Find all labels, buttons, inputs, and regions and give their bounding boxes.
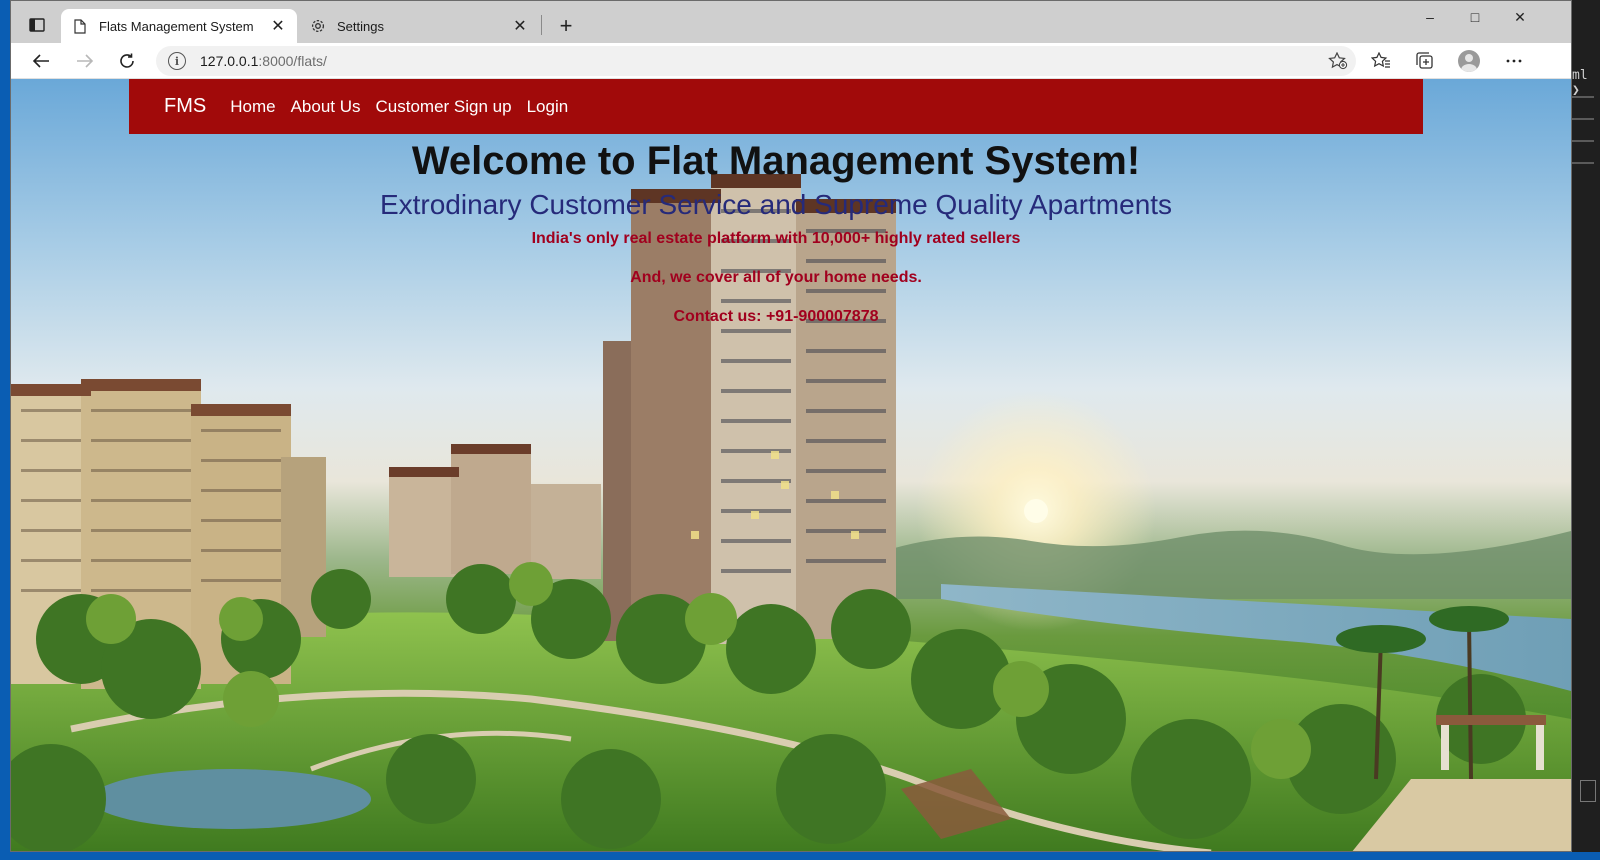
editor-line: [1572, 162, 1594, 164]
more-menu-icon[interactable]: [1498, 46, 1530, 76]
forward-button[interactable]: [69, 46, 101, 76]
editor-line: [1572, 140, 1594, 142]
address-bar[interactable]: i 127.0.0.1:8000/flats/: [156, 46, 1356, 76]
browser-window: Flats Management System ✕ Settings ✕ + –…: [10, 0, 1572, 852]
address-host: 127.0.0.1: [200, 53, 259, 69]
nav-link-about-us[interactable]: About Us: [291, 97, 361, 117]
close-tab-icon[interactable]: ✕: [511, 17, 529, 35]
hero-subtitle: Extrodinary Customer Service and Supreme…: [379, 189, 1173, 220]
page-viewport: FMS Home About Us Customer Sign up Login…: [11, 79, 1571, 851]
refresh-button[interactable]: [111, 46, 143, 76]
tab-strip: Flats Management System ✕ Settings ✕ + –…: [11, 1, 1571, 43]
hero-section: Welcome to Flat Management System! Extro…: [11, 137, 1541, 327]
site-navbar: FMS Home About Us Customer Sign up Login: [129, 79, 1423, 134]
hero-tagline: India's only real estate platform with 1…: [531, 230, 1021, 247]
gear-icon: [309, 17, 327, 35]
forward-arrow-icon: [77, 54, 94, 68]
avatar: [1458, 50, 1480, 72]
nav-link-customer-sign-up[interactable]: Customer Sign up: [376, 97, 512, 117]
nav-link-home[interactable]: Home: [230, 97, 275, 117]
tab-separator: [541, 15, 542, 35]
editor-scroll-box: [1580, 780, 1596, 802]
minimize-button[interactable]: –: [1407, 1, 1453, 33]
tab-title: Flats Management System: [99, 18, 254, 34]
tab-title: Settings: [337, 18, 384, 34]
browser-toolbar: i 127.0.0.1:8000/flats/: [11, 43, 1571, 79]
add-favorite-icon[interactable]: [1328, 51, 1348, 73]
brand-link[interactable]: FMS: [164, 95, 206, 118]
desktop-edge: [0, 0, 10, 860]
tab-actions-button[interactable]: [19, 10, 55, 40]
nav-link-login[interactable]: Login: [527, 97, 569, 117]
back-arrow-icon: [32, 54, 49, 68]
refresh-icon: [120, 53, 134, 68]
hero-title: Welcome to Flat Management System!: [411, 139, 1141, 183]
maximize-button[interactable]: □: [1452, 1, 1498, 33]
tab-flats[interactable]: Flats Management System ✕: [61, 9, 297, 43]
favorites-icon[interactable]: [1365, 46, 1397, 76]
new-tab-button[interactable]: +: [551, 11, 581, 41]
taskbar-edge: [0, 852, 1600, 860]
tab-settings[interactable]: Settings ✕: [299, 9, 539, 43]
editor-line: [1572, 96, 1594, 98]
tab-actions-icon: [29, 18, 45, 32]
address-path: :8000/flats/: [258, 53, 327, 69]
editor-line: [1572, 118, 1594, 120]
page-icon: [71, 17, 89, 35]
hero-home-needs: And, we cover all of your home needs.: [630, 269, 922, 286]
back-button[interactable]: [25, 46, 57, 76]
collections-icon[interactable]: [1409, 46, 1441, 76]
editor-text: ml ❯: [1572, 68, 1588, 98]
background-editor-window: ml ❯: [1570, 0, 1600, 860]
desktop: ml ❯ Flats Management System ✕ Settings …: [0, 0, 1600, 860]
close-tab-icon[interactable]: ✕: [269, 17, 287, 35]
close-window-button[interactable]: ✕: [1497, 1, 1543, 33]
mid-buildings: [389, 444, 601, 579]
site-info-icon[interactable]: i: [168, 52, 186, 70]
profile-button[interactable]: [1453, 46, 1485, 76]
hero-contact: Contact us: +91-900007878: [673, 308, 879, 325]
